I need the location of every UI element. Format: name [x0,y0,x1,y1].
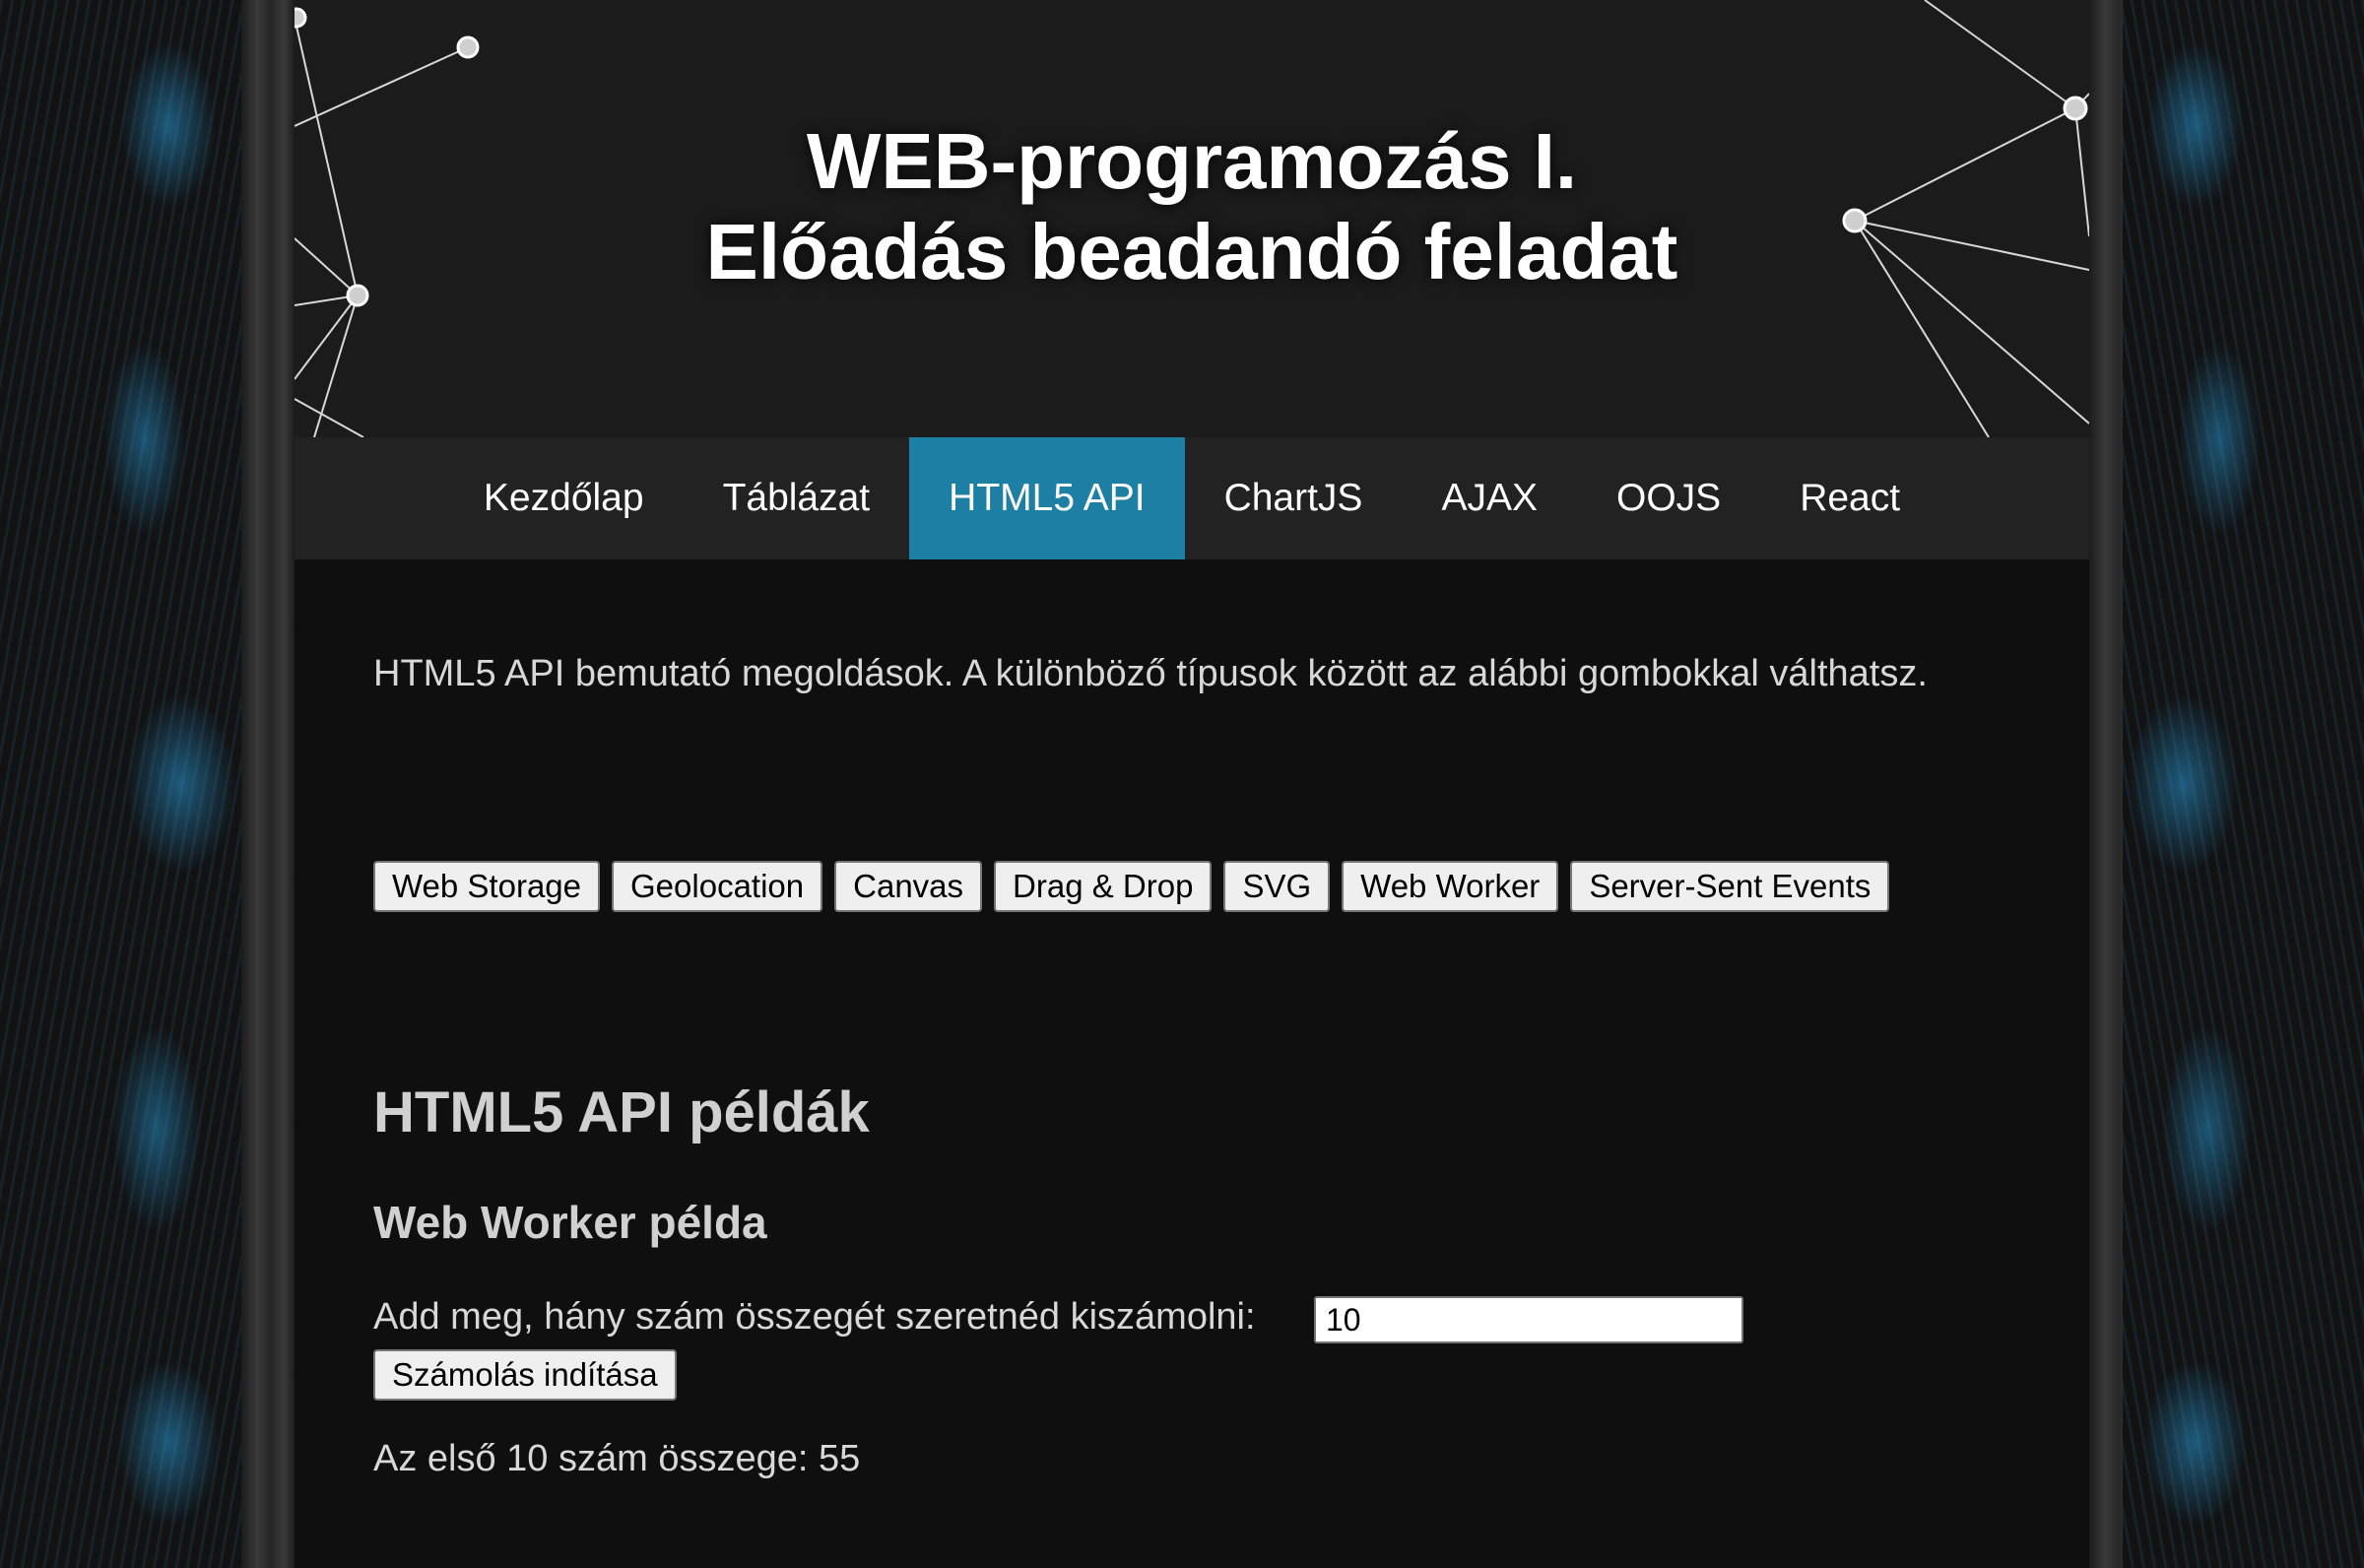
site-header: WEB-programozás I. Előadás beadandó fela… [295,0,2089,437]
nav-item-tablazat[interactable]: Táblázat [684,437,910,559]
nav-item-kezdolap[interactable]: Kezdőlap [444,437,684,559]
nav-item-chartjs[interactable]: ChartJS [1185,437,1403,559]
count-input[interactable] [1314,1296,1743,1343]
decorative-side-texture-right [2123,0,2364,1568]
title-line-1: WEB-programozás I. [806,117,1578,205]
page-container: WEB-programozás I. Előadás beadandó fela… [295,0,2089,1568]
start-calculation-button[interactable]: Számolás indítása [373,1349,677,1401]
nav-item-react[interactable]: React [1760,437,1939,559]
section-heading: HTML5 API példák [373,1080,870,1144]
server-sent-events-button[interactable]: Server-Sent Events [1570,861,1890,912]
web-worker-button[interactable]: Web Worker [1342,861,1559,912]
decorative-frame-left [241,0,295,1568]
count-prompt-label: Add meg, hány szám összegét szeretnéd ki… [373,1296,1256,1338]
decorative-side-texture-left [0,0,241,1568]
nav-item-ajax[interactable]: AJAX [1402,437,1577,559]
main-navigation: Kezdőlap Táblázat HTML5 API ChartJS AJAX… [295,437,2089,559]
section-subheading: Web Worker példa [373,1197,767,1248]
web-storage-button[interactable]: Web Storage [373,861,601,912]
geolocation-button[interactable]: Geolocation [612,861,823,912]
result-text: Az első 10 szám összege: 55 [373,1438,861,1479]
title-line-2: Előadás beadandó feladat [705,208,1678,295]
page-title: WEB-programozás I. Előadás beadandó fela… [295,116,2089,297]
canvas-button[interactable]: Canvas [834,861,983,912]
nav-item-oojs[interactable]: OOJS [1577,437,1760,559]
intro-text: HTML5 API bemutató megoldások. A különbö… [373,653,1928,694]
api-button-group: Web Storage Geolocation Canvas Drag & Dr… [373,861,1890,912]
svg-button[interactable]: SVG [1223,861,1331,912]
nav-item-html5-api[interactable]: HTML5 API [909,437,1185,559]
drag-drop-button[interactable]: Drag & Drop [994,861,1213,912]
